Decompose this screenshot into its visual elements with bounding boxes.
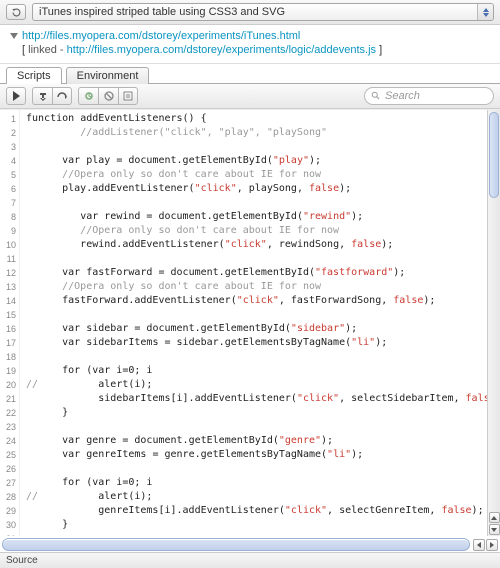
code-editor[interactable]: 1234567891011121314151617181920212223242… — [0, 110, 500, 536]
threads-button[interactable] — [78, 87, 98, 105]
step-over-button[interactable] — [52, 87, 72, 105]
code-line: for (var i=0; i — [26, 364, 500, 378]
stepper-icon — [477, 4, 493, 20]
code-line — [26, 308, 500, 322]
code-line — [26, 196, 500, 210]
code-line — [26, 140, 500, 154]
code-line: //Opera only so don't care about IE for … — [26, 168, 500, 182]
scroll-left-button[interactable] — [473, 539, 485, 551]
resource-tree: http://files.myopera.com/dstorey/experim… — [0, 25, 500, 64]
code-line: //addListener("click", "play", "playSong… — [26, 126, 500, 140]
scrollbar-thumb[interactable] — [489, 112, 499, 198]
code-line: // alert(i); — [26, 490, 500, 504]
reload-button[interactable] — [6, 4, 26, 20]
chevron-down-icon[interactable] — [10, 33, 18, 39]
code-line: sidebarItems[i].addEventListener("click"… — [26, 392, 500, 406]
code-line: } — [26, 406, 500, 420]
code-line: rewind.addEventListener("click", rewindS… — [26, 238, 500, 252]
scroll-down-button[interactable] — [489, 524, 500, 535]
code-line: } — [26, 518, 500, 532]
continue-button[interactable] — [6, 87, 26, 105]
step-into-button[interactable] — [32, 87, 52, 105]
tab-environment[interactable]: Environment — [66, 67, 150, 84]
search-input[interactable]: Search — [364, 87, 494, 105]
code-line: var play = document.getElementById("play… — [26, 154, 500, 168]
log-threads-button[interactable] — [118, 87, 138, 105]
code-line: var genre = document.getElementById("gen… — [26, 434, 500, 448]
code-line: for (var i=0; i — [26, 476, 500, 490]
code-line: var fastForward = document.getElementByI… — [26, 266, 500, 280]
code-line: var rewind = document.getElementById("re… — [26, 210, 500, 224]
code-line: var sidebarItems = sidebar.getElementsBy… — [26, 336, 500, 350]
code-line: function addEventListeners() { — [26, 112, 500, 126]
code-line — [26, 350, 500, 364]
code-line — [26, 532, 500, 536]
tab-scripts[interactable]: Scripts — [6, 67, 62, 84]
line-gutter: 1234567891011121314151617181920212223242… — [0, 110, 20, 536]
search-icon — [371, 91, 381, 101]
document-select-label: iTunes inspired striped table using CSS3… — [39, 6, 487, 18]
status-source: Source — [6, 555, 38, 566]
code-line: var genreItems = genre.getElementsByTagN… — [26, 448, 500, 462]
scroll-up-button[interactable] — [489, 512, 500, 523]
code-line: fastForward.addEventListener("click", fa… — [26, 294, 500, 308]
code-area[interactable]: function addEventListeners() { //addList… — [20, 110, 500, 536]
search-placeholder: Search — [385, 90, 420, 102]
code-line — [26, 252, 500, 266]
document-select[interactable]: iTunes inspired striped table using CSS3… — [32, 3, 494, 21]
code-line: genreItems[i].addEventListener("click", … — [26, 504, 500, 518]
linked-url[interactable]: http://files.myopera.com/dstorey/experim… — [67, 44, 376, 56]
horizontal-scrollbar[interactable] — [2, 538, 470, 551]
scroll-right-button[interactable] — [486, 539, 498, 551]
code-line: // alert(i); — [26, 378, 500, 392]
code-line: var sidebar = document.getElementById("s… — [26, 322, 500, 336]
break-error-button[interactable] — [98, 87, 118, 105]
code-line: //Opera only so don't care about IE for … — [26, 224, 500, 238]
code-line: play.addEventListener("click", playSong,… — [26, 182, 500, 196]
page-url[interactable]: http://files.myopera.com/dstorey/experim… — [22, 30, 300, 42]
linked-prefix: linked - — [28, 44, 67, 56]
code-line — [26, 462, 500, 476]
code-line — [26, 420, 500, 434]
vertical-scrollbar[interactable] — [487, 110, 500, 536]
code-line: //Opera only so don't care about IE for … — [26, 280, 500, 294]
